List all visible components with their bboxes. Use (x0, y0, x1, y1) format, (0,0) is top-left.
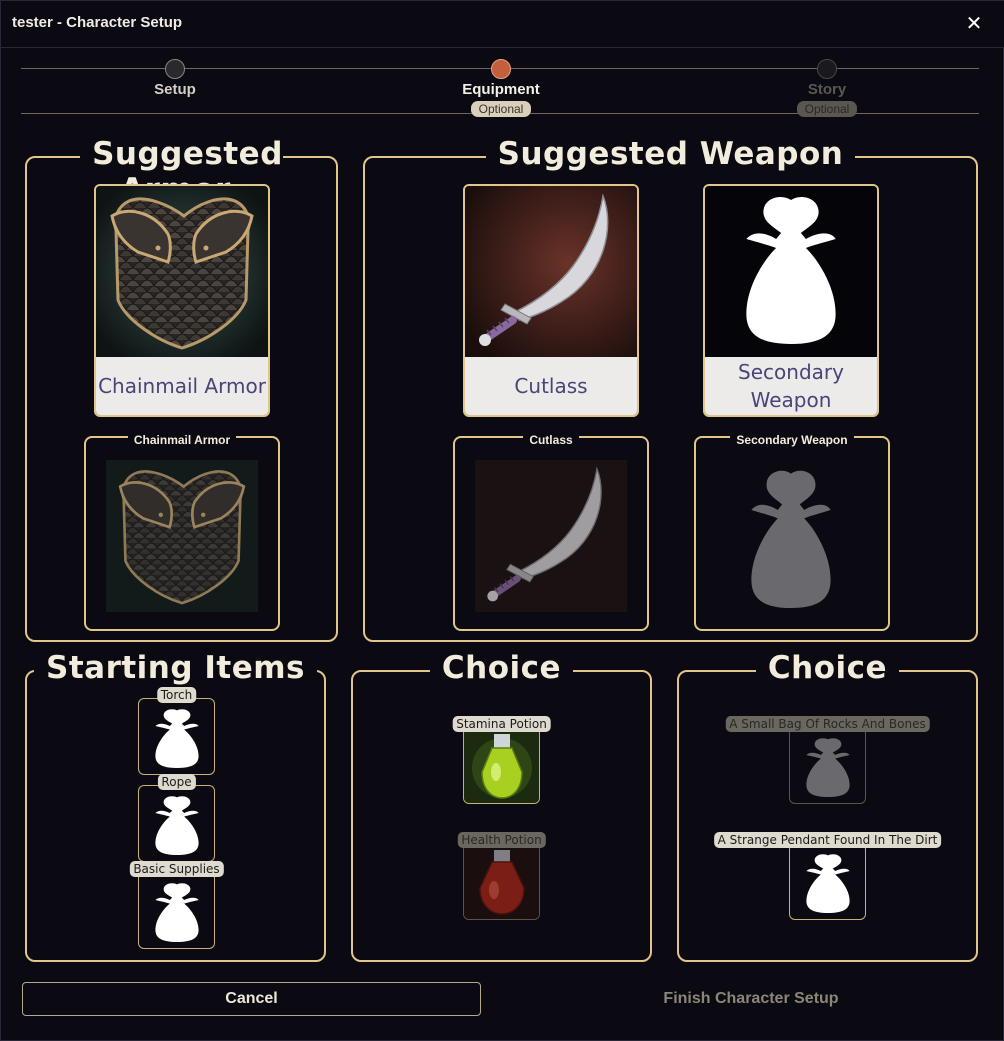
step-setup[interactable]: Setup (115, 59, 235, 98)
starting-items-panel: Starting Items Torch Rope Basic Supplies (25, 650, 326, 962)
step-indicator-dot (491, 59, 511, 79)
step-story[interactable]: Story Optional (767, 59, 887, 117)
panel-title: Suggested Weapon (485, 136, 856, 172)
secondary-weapon-card[interactable]: Secondary Weapon (703, 184, 879, 417)
step-indicator-dot (165, 59, 185, 79)
starting-item-basic-supplies[interactable]: Basic Supplies (129, 861, 224, 949)
title-bar: tester - Character Setup ✕ (1, 1, 1004, 48)
primary-weapon-slot[interactable]: Cutlass (453, 433, 649, 631)
health-potion-icon (464, 844, 539, 919)
optional-badge: Optional (470, 101, 532, 117)
panel-title: Choice (755, 650, 900, 686)
starting-item-rope[interactable]: Rope (138, 774, 215, 862)
panel-title: Choice (429, 650, 574, 686)
starting-item-torch[interactable]: Torch (138, 687, 215, 775)
bag-icon (155, 883, 199, 942)
cutlass-icon (465, 186, 637, 358)
item-name: Cutlass (465, 357, 637, 415)
item-tag: Torch (156, 687, 197, 703)
cutlass-icon (475, 460, 627, 616)
armor-card[interactable]: Chainmail Armor (94, 184, 270, 417)
stamina-potion-icon (464, 728, 539, 803)
choice-panel-trinkets: Choice A Small Bag Of Rocks And Bones A … (677, 650, 978, 962)
step-equipment[interactable]: Equipment Optional (441, 59, 561, 117)
finish-character-setup-button[interactable]: Finish Character Setup (521, 982, 981, 1016)
suggested-armor-panel: Suggested Armor Chainmail Armor Chainmai… (25, 136, 338, 642)
slot-title: Chainmail Armor (127, 433, 237, 447)
bag-icon (806, 738, 850, 797)
close-icon[interactable]: ✕ (963, 12, 985, 34)
bag-icon (155, 796, 199, 855)
suggested-weapon-panel: Suggested Weapon Cutlass Secondary Weapo… (363, 136, 978, 642)
item-tag: A Small Bag Of Rocks And Bones (725, 716, 930, 732)
bag-icon (806, 854, 850, 913)
chainmail-armor-icon (96, 186, 268, 358)
cancel-button[interactable]: Cancel (22, 982, 481, 1016)
slot-title: Cutlass (523, 433, 579, 447)
choice-stamina-potion[interactable]: Stamina Potion (452, 716, 551, 804)
armor-slot[interactable]: Chainmail Armor (84, 433, 280, 631)
item-tag: Stamina Potion (452, 716, 551, 732)
item-name: Secondary Weapon (705, 357, 877, 415)
step-label: Story (807, 81, 847, 98)
item-tag: Health Potion (457, 832, 546, 848)
bag-icon (155, 709, 199, 768)
step-label: Equipment (462, 81, 540, 98)
choice-small-bag-of-rocks[interactable]: A Small Bag Of Rocks And Bones (725, 716, 930, 804)
optional-badge: Optional (796, 101, 858, 117)
character-setup-window: tester - Character Setup ✕ Setup Equipme… (0, 0, 1004, 1041)
chainmail-armor-icon (106, 460, 258, 616)
step-label: Setup (154, 81, 196, 98)
item-tag: Rope (157, 774, 196, 790)
slot-title: Secondary Weapon (730, 433, 854, 447)
secondary-weapon-slot[interactable]: Secondary Weapon (694, 433, 890, 631)
item-name: Chainmail Armor (96, 357, 268, 415)
bag-icon (705, 186, 877, 358)
step-indicator-dot (817, 59, 837, 79)
panel-title: Starting Items (34, 650, 317, 686)
window-title: tester - Character Setup (12, 14, 183, 31)
choice-health-potion[interactable]: Health Potion (457, 832, 546, 920)
bag-icon (736, 468, 846, 612)
choice-strange-pendant[interactable]: A Strange Pendant Found In The Dirt (713, 832, 942, 920)
choice-panel-potions: Choice Stamina Potion Health Potion (351, 650, 652, 962)
item-tag: A Strange Pendant Found In The Dirt (713, 832, 942, 848)
cutlass-card[interactable]: Cutlass (463, 184, 639, 417)
item-tag: Basic Supplies (129, 861, 224, 877)
